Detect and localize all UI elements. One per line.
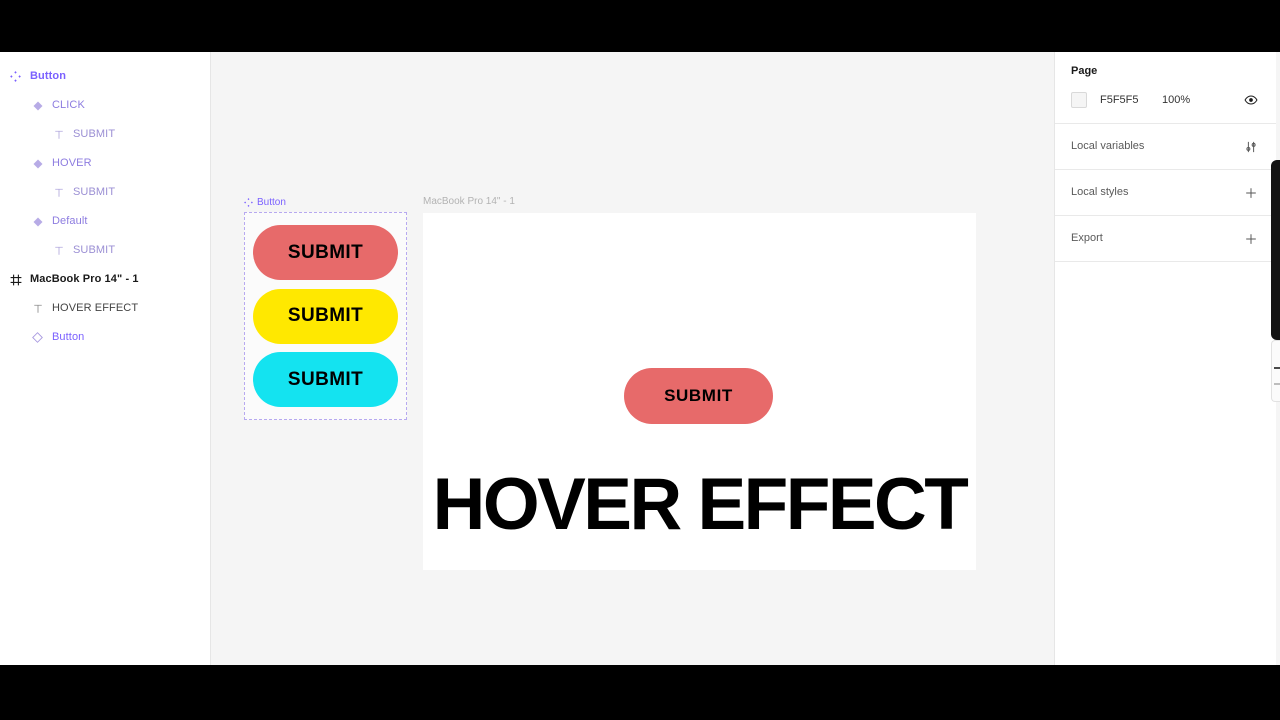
variant-button-default[interactable]: SUBMIT — [253, 352, 398, 407]
variant-button-hover[interactable]: SUBMIT — [253, 288, 398, 344]
layer-row[interactable]: MacBook Pro 14" - 1 — [0, 265, 210, 294]
plus-icon[interactable] — [1242, 230, 1260, 248]
edge-panel-line — [1274, 383, 1280, 385]
layer-label: Button — [30, 70, 67, 82]
layers-panel: Button CLICK SUBMIT HOVER SUBMIT Default… — [0, 52, 211, 665]
layer-label: MacBook Pro 14" - 1 — [30, 273, 139, 285]
layer-label: SUBMIT — [73, 186, 116, 198]
eye-icon[interactable] — [1242, 91, 1260, 109]
design-canvas[interactable]: Button SUBMIT SUBMIT SUBMIT MacBook Pro … — [211, 52, 1054, 665]
local-styles-label: Local styles — [1071, 186, 1129, 198]
layer-label: Button — [52, 331, 85, 343]
layer-row[interactable]: SUBMIT — [0, 236, 210, 265]
page-color-swatch[interactable] — [1071, 92, 1087, 108]
local-variables-label: Local variables — [1071, 140, 1145, 152]
layer-row[interactable]: HOVER — [0, 149, 210, 178]
variant-button-click[interactable]: SUBMIT — [253, 225, 398, 280]
layer-label: Default — [52, 215, 88, 227]
layer-row[interactable]: SUBMIT — [0, 178, 210, 207]
component-set-label[interactable]: Button — [244, 197, 407, 209]
submit-button[interactable]: SUBMIT — [624, 368, 773, 424]
variant-button-label: SUBMIT — [287, 368, 364, 390]
text-icon — [51, 185, 66, 200]
page-section-title: Page — [1071, 65, 1098, 77]
variant-icon — [30, 156, 45, 171]
component-set-icon — [244, 194, 253, 212]
device-frame-label[interactable]: MacBook Pro 14" - 1 — [423, 197, 976, 209]
device-frame-body: SUBMIT HOVER EFFECT — [423, 213, 976, 570]
layer-label: CLICK — [52, 99, 85, 111]
screen-root: Button CLICK SUBMIT HOVER SUBMIT Default… — [0, 0, 1280, 720]
layer-label: SUBMIT — [73, 244, 116, 256]
letterbox-bottom — [0, 665, 1280, 720]
variant-button-label: SUBMIT — [287, 241, 364, 263]
page-fill-row: F5F5F5 100% — [1071, 89, 1260, 111]
layer-row[interactable]: Button — [0, 62, 210, 91]
properties-panel: Page F5F5F5 100% Local variables Local s… — [1054, 52, 1276, 665]
local-variables-section[interactable]: Local variables — [1055, 124, 1276, 170]
page-hex-value[interactable]: F5F5F5 — [1100, 94, 1158, 106]
figma-app-window: Button CLICK SUBMIT HOVER SUBMIT Default… — [0, 52, 1280, 665]
text-icon — [51, 243, 66, 258]
local-styles-section[interactable]: Local styles — [1055, 170, 1276, 216]
sliders-icon[interactable] — [1242, 138, 1260, 156]
export-section[interactable]: Export — [1055, 216, 1276, 262]
page-section: Page F5F5F5 100% — [1055, 52, 1276, 124]
variant-icon — [30, 214, 45, 229]
edge-toolbar[interactable] — [1271, 160, 1280, 340]
edge-panel-line — [1274, 367, 1280, 369]
layer-label: HOVER — [52, 157, 92, 169]
component-set-button[interactable]: Button SUBMIT SUBMIT SUBMIT — [244, 197, 407, 420]
local-styles-row[interactable]: Local styles — [1071, 170, 1260, 215]
page-opacity-value[interactable]: 100% — [1162, 94, 1190, 106]
layer-row[interactable]: Default — [0, 207, 210, 236]
export-row[interactable]: Export — [1071, 216, 1260, 261]
plus-icon[interactable] — [1242, 184, 1260, 202]
edge-panel[interactable] — [1271, 340, 1280, 402]
layer-row[interactable]: Button — [0, 323, 210, 352]
layer-label: HOVER EFFECT — [52, 302, 139, 314]
component-set-name: Button — [257, 197, 286, 208]
layer-row[interactable]: HOVER EFFECT — [0, 294, 210, 323]
device-frame-macbook[interactable]: MacBook Pro 14" - 1 SUBMIT HOVER EFFECT — [423, 197, 976, 570]
export-label: Export — [1071, 232, 1103, 244]
local-variables-row[interactable]: Local variables — [1071, 124, 1260, 169]
submit-button-label: SUBMIT — [664, 386, 733, 405]
variant-button-label: SUBMIT — [287, 305, 364, 326]
text-icon — [30, 301, 45, 316]
layer-row[interactable]: CLICK — [0, 91, 210, 120]
layer-label: SUBMIT — [73, 128, 116, 140]
instance-icon — [30, 330, 45, 345]
hover-effect-heading: HOVER EFFECT — [432, 464, 969, 545]
component-set-icon — [8, 69, 23, 84]
frame-icon — [8, 272, 23, 287]
component-set-frame: SUBMIT SUBMIT SUBMIT — [244, 212, 407, 420]
variant-icon — [30, 98, 45, 113]
layer-row[interactable]: SUBMIT — [0, 120, 210, 149]
text-icon — [51, 127, 66, 142]
letterbox-top — [0, 0, 1280, 52]
